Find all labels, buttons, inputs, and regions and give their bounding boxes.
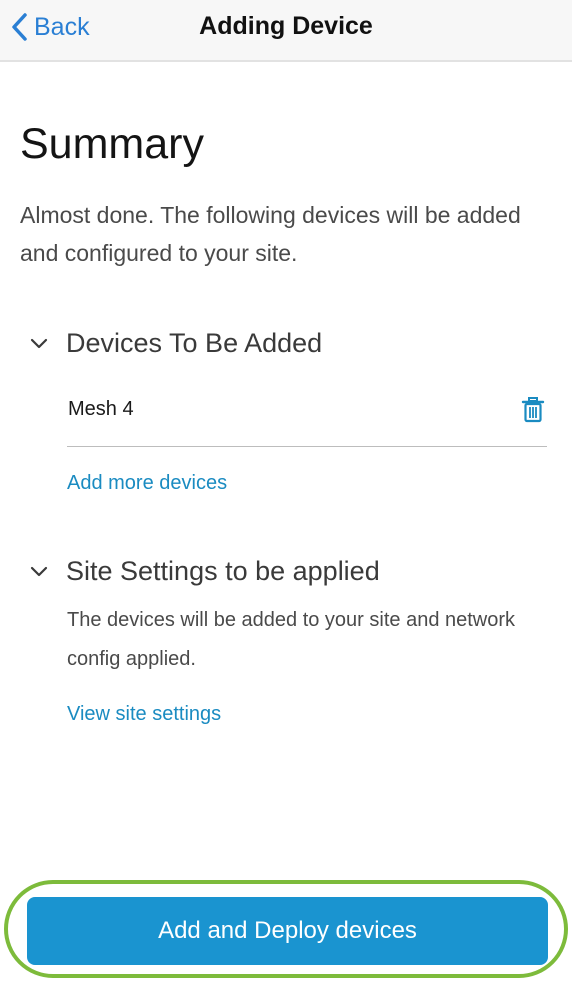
- devices-section-header: Devices To Be Added: [66, 328, 323, 358]
- add-more-devices-link[interactable]: Add more devices: [67, 472, 227, 495]
- device-name: Mesh 4: [68, 398, 134, 420]
- device-list-item: Mesh 4: [67, 392, 547, 447]
- page-subtitle: Almost done. The following devices will …: [20, 202, 521, 266]
- chevron-down-icon: [30, 338, 48, 348]
- site-settings-section-header: Site Settings to be applied: [66, 556, 380, 586]
- delete-device-button[interactable]: [521, 396, 545, 424]
- devices-section-toggle[interactable]: Devices To Be Added: [30, 328, 322, 359]
- trash-icon: [521, 397, 545, 423]
- page-title: Summary: [20, 120, 204, 168]
- nav-title: Adding Device: [199, 12, 373, 40]
- site-settings-description: The devices will be added to your site a…: [67, 609, 516, 670]
- chevron-down-icon: [30, 566, 48, 576]
- add-and-deploy-button[interactable]: Add and Deploy devices: [27, 897, 548, 965]
- navigation-bar: Back Adding Device: [0, 0, 572, 62]
- view-site-settings-link[interactable]: View site settings: [67, 703, 221, 726]
- site-settings-section-toggle[interactable]: Site Settings to be applied: [30, 556, 380, 587]
